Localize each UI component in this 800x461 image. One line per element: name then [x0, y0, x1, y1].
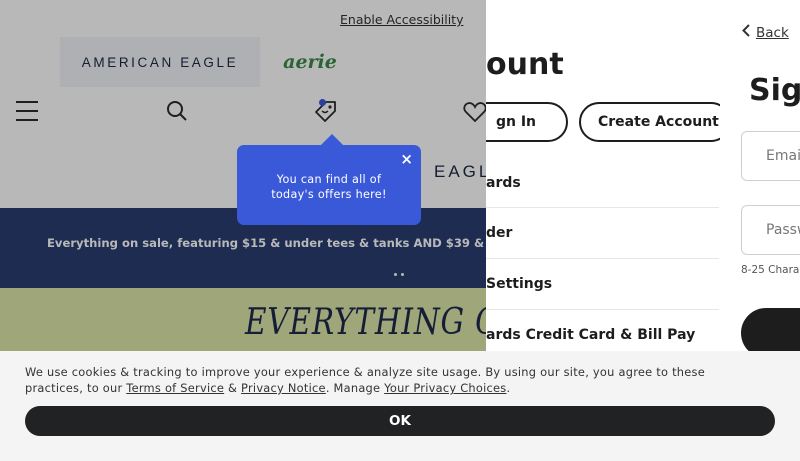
- privacy-choices-link[interactable]: Your Privacy Choices: [384, 381, 506, 395]
- tooltip-close-icon[interactable]: ×: [400, 151, 413, 167]
- tooltip-text: You can find all of today's offers here!: [271, 173, 387, 201]
- chevron-left-icon: [742, 24, 750, 41]
- signin-title: Sign: [749, 73, 800, 108]
- create-account-button[interactable]: Create Account: [579, 102, 720, 142]
- back-label: Back: [756, 24, 789, 41]
- cookie-text-period: .: [506, 381, 511, 395]
- cookie-banner-text: We use cookies & tracking to improve you…: [25, 364, 765, 396]
- sign-in-button[interactable]: gn In: [486, 102, 568, 142]
- account-menu: ards der Settings ards Credit Card & Bil…: [486, 158, 719, 361]
- terms-of-service-link[interactable]: Terms of Service: [126, 381, 224, 395]
- cookie-ok-button[interactable]: OK: [25, 406, 775, 436]
- account-panel-title: ount: [486, 47, 564, 82]
- account-menu-item-order[interactable]: der: [486, 208, 719, 259]
- tooltip-arrow: [321, 134, 343, 145]
- password-hint: 8-25 Chara: [741, 264, 800, 276]
- account-menu-item-settings[interactable]: Settings: [486, 259, 719, 310]
- password-field[interactable]: Passw: [741, 205, 800, 255]
- privacy-notice-link[interactable]: Privacy Notice: [241, 381, 326, 395]
- cookie-text-manage: . Manage: [325, 381, 385, 395]
- cookie-text-amp: &: [224, 381, 242, 395]
- email-field[interactable]: Emai: [741, 131, 800, 181]
- cookie-banner: We use cookies & tracking to improve you…: [0, 351, 800, 461]
- account-menu-item-rewards[interactable]: ards: [486, 158, 719, 208]
- back-link[interactable]: Back: [742, 24, 789, 41]
- offers-tooltip: × You can find all of today's offers her…: [237, 134, 421, 225]
